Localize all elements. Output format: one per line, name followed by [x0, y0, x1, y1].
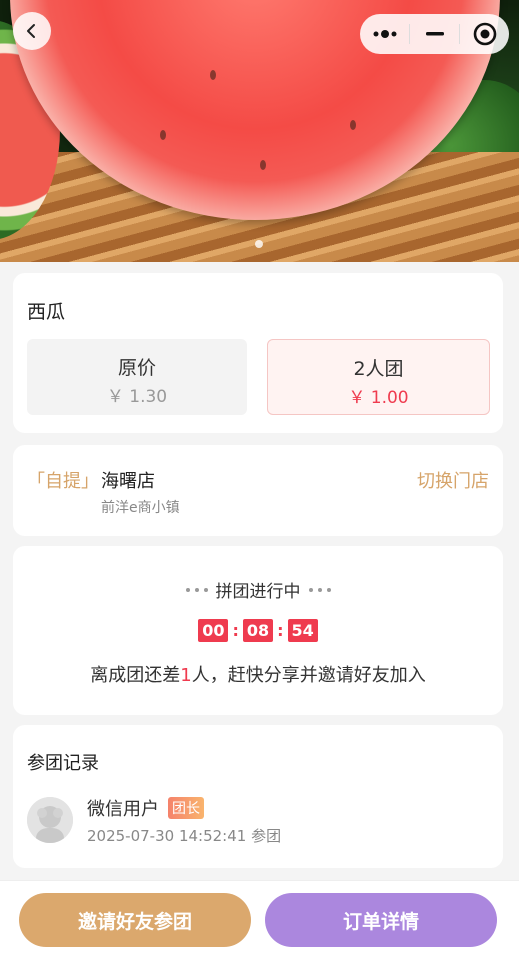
- record-user-name: 微信用户: [87, 799, 159, 820]
- product-card: 西瓜 原价 ￥ 1.30 2人团 ￥ 1.00: [13, 273, 503, 433]
- record-join-time: 2025-07-30 14:52:41 参团: [87, 827, 282, 845]
- countdown-seconds: 54: [287, 619, 318, 642]
- dots-right-decoration: [308, 587, 331, 592]
- more-dots-icon: [373, 30, 396, 38]
- close-button[interactable]: [460, 14, 509, 54]
- records-title: 参团记录: [27, 753, 99, 774]
- more-button[interactable]: [360, 14, 409, 54]
- remaining-members-text: 离成团还差1人，赶快分享并邀请好友加入: [90, 665, 426, 686]
- mini-program-capsule: [360, 14, 509, 54]
- dots-left-decoration: [185, 587, 208, 592]
- countdown-timer: 00 : 08 : 54: [13, 619, 503, 642]
- original-price: ￥ 1.30: [106, 387, 168, 407]
- target-circle-icon: [473, 22, 496, 46]
- default-user-avatar-icon: [27, 797, 73, 843]
- pickup-tag: 「自提」: [27, 471, 99, 492]
- product-title: 西瓜: [27, 301, 66, 323]
- original-price-option[interactable]: 原价 ￥ 1.30: [27, 339, 247, 415]
- store-name: 海曙店: [101, 471, 155, 492]
- group-price-option[interactable]: 2人团 ￥ 1.00: [267, 339, 490, 415]
- original-price-label: 原价: [117, 357, 156, 379]
- back-button[interactable]: [13, 12, 51, 50]
- group-price: ￥ 1.00: [348, 388, 409, 408]
- countdown-minutes: 08: [242, 619, 274, 642]
- group-status-card: 拼团进行中 00 : 08 : 54 离成团还差1人，赶快分享并邀请好友加入: [13, 546, 503, 715]
- minimize-icon: [425, 32, 444, 36]
- bottom-action-bar: 邀请好友参团 订单详情: [0, 880, 519, 955]
- store-address: 前洋e商小镇: [101, 500, 180, 516]
- group-status-text: 拼团进行中: [215, 582, 301, 602]
- minimize-button[interactable]: [410, 14, 459, 54]
- remaining-count: 1: [180, 665, 192, 686]
- group-size-label: 2人团: [353, 358, 404, 380]
- invite-friends-button[interactable]: 邀请好友参团: [19, 893, 251, 947]
- group-records-card: 参团记录 微信用户 团长 2025-07-30 14:52:41 参团: [13, 725, 503, 868]
- carousel-indicator: [255, 240, 263, 248]
- leader-badge: 团长: [168, 797, 204, 819]
- chevron-left-icon: [27, 24, 35, 38]
- switch-store-link[interactable]: 切换门店: [417, 467, 489, 493]
- pickup-card: 「自提」 海曙店 前洋e商小镇 切换门店: [13, 445, 503, 536]
- countdown-hours: 00: [198, 619, 229, 642]
- order-details-button[interactable]: 订单详情: [265, 893, 497, 947]
